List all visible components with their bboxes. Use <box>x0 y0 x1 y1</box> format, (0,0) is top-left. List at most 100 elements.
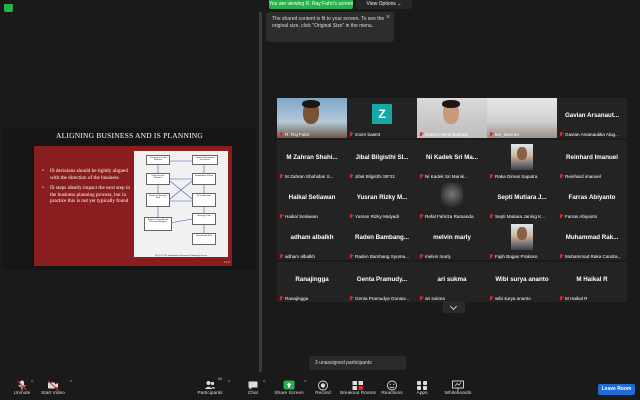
participant-display-name: Septi Mutiara J... <box>497 194 547 201</box>
next-page-chevron-down-icon[interactable] <box>443 301 465 313</box>
whiteboards-button[interactable]: Whiteboards <box>436 378 480 400</box>
mic-muted-icon <box>489 254 493 259</box>
diagram-box: Assessment of the Business <box>146 155 170 165</box>
view-options-button[interactable]: View Options ⌄ <box>356 0 412 9</box>
participant-tile[interactable]: Jibal Bilgisthi Sl... Jibal Bilgisthi SIF… <box>347 140 417 180</box>
participant-display-name: adham albalkh <box>290 234 334 241</box>
participant-tile[interactable]: Raka Dimas Saputra <box>487 140 557 180</box>
participant-display-name: Reinhard Imanuel <box>566 154 618 161</box>
start-video-button[interactable]: Start Video <box>31 378 75 400</box>
participant-display-name: Ranajingga <box>295 276 329 283</box>
mic-muted-icon <box>489 174 493 179</box>
participant-name-label: Haikal Setiawan <box>279 214 345 219</box>
mic-muted-icon <box>279 296 283 301</box>
split-divider-handle[interactable] <box>259 12 262 372</box>
presentation-slide: ALIGNING BUSINESS AND IS PLANNING IS dec… <box>3 128 256 270</box>
diagram-box: IS Architecture <box>192 193 216 207</box>
participant-tile[interactable]: lee_kamran <box>487 98 557 138</box>
participant-name-text: melvin marly <box>425 254 451 259</box>
participant-display-name: M Zahran Shahi... <box>286 154 338 161</box>
participant-tile[interactable]: Farras Abiyanto Farras Abiyanto <box>557 180 627 220</box>
profile-photo <box>441 183 463 211</box>
participant-tile[interactable]: Daniel Helmi Baihaqi <box>417 98 487 138</box>
participant-name-label: Farras Abiyanto <box>559 214 625 219</box>
profile-photo <box>511 144 533 170</box>
mic-muted-icon <box>419 296 423 301</box>
participant-tile[interactable]: Reinhard Imanuel Reinhard imanuel <box>557 140 627 180</box>
participant-tile[interactable]: Wibi surya ananto wibi surya ananto <box>487 262 557 302</box>
person-head <box>517 227 527 240</box>
participants-label: Participants <box>197 391 223 396</box>
record-icon <box>317 378 329 391</box>
participant-tile[interactable]: M Haikal R M Haikal R <box>557 262 627 302</box>
participant-name-text: ari sukma <box>425 296 445 301</box>
unassigned-participants-bar[interactable]: 3 unassigned participants <box>309 356 406 370</box>
participant-tile[interactable]: Yusran Rizky M... Yusran Rizky Mulyadi <box>347 180 417 220</box>
participant-tile[interactable]: Raden Bambang... Raden Bambang Syuma... <box>347 220 417 260</box>
participant-name-text: adham albalkh <box>285 254 315 259</box>
mic-muted-icon <box>559 174 563 179</box>
leave-room-button[interactable]: Leave Room <box>598 384 635 395</box>
mic-muted-icon <box>489 214 493 219</box>
participant-tile[interactable]: Ranajingga Ranajingga <box>277 262 347 302</box>
slide-body: IS decisions should be tightly aligned w… <box>34 146 232 266</box>
person-head <box>517 147 527 160</box>
mic-muted-icon <box>559 296 563 301</box>
participant-name-text: Farras Abiyanto <box>565 214 598 219</box>
mic-muted-icon <box>349 174 353 179</box>
participant-tile[interactable]: melvin marly melvin marly <box>417 220 487 260</box>
participant-tile[interactable]: M Zahran Shahi... M Zahran Shahidan S... <box>277 140 347 180</box>
video-options-caret-icon[interactable]: ^ <box>70 380 72 386</box>
participants-icon: 26 <box>204 377 222 389</box>
participant-display-name: Yusran Rizky M... <box>356 194 408 201</box>
chat-icon <box>247 378 259 390</box>
participant-tile[interactable]: Genta Pramudy... Genta Pramudya Gunaw... <box>347 262 417 302</box>
participant-name-text: Haikal Setiawan <box>285 214 318 219</box>
participants-caret-icon[interactable]: ^ <box>228 380 230 386</box>
participant-name-label: Septi Mutiara Janing K... <box>489 214 555 219</box>
participant-tile[interactable]: Zzoom baa04 <box>347 98 417 138</box>
fit-screen-tooltip: The shared content is fit to your screen… <box>266 12 394 42</box>
participant-name-text: Yusran Rizky Mulyadi <box>355 214 399 219</box>
mic-muted-icon <box>489 296 493 301</box>
video-off-icon <box>47 378 59 391</box>
chat-caret-icon[interactable]: ^ <box>263 380 265 386</box>
profile-photo <box>511 224 533 250</box>
participant-tile[interactable]: Haikal Setiawan Haikal Setiawan <box>277 180 347 220</box>
participant-name-text: zoom baa04 <box>355 132 381 137</box>
close-icon[interactable]: × <box>386 14 390 21</box>
participant-tile[interactable]: Septi Mutiara J... Septi Mutiara Janing K… <box>487 180 557 220</box>
participant-display-name: Muhammad Rak... <box>565 234 619 241</box>
participant-tile[interactable]: R. Raj Fahri <box>277 98 347 138</box>
mic-muted-icon <box>419 214 423 219</box>
participant-name-label: Refal Fahriza Ramanda <box>419 214 485 219</box>
participant-tile[interactable]: Muhammad Rak... Muhammad Raka Candra... <box>557 220 627 260</box>
participant-tile[interactable]: Ni Kadek Sri Ma... Ni Kadek Sri Manik... <box>417 140 487 180</box>
participant-name-text: Jibal Bilgisthi SIF21 <box>355 174 396 179</box>
participant-tile[interactable]: Gavian Arsanaut... Gavian Arsanautika Alu… <box>557 98 627 138</box>
participant-name-label: Genta Pramudya Gunaw... <box>349 296 415 301</box>
participant-name-label: zoom baa04 <box>349 132 415 137</box>
mic-muted-icon <box>559 214 563 219</box>
participants-button[interactable]: 26 Participants <box>188 377 232 400</box>
participant-tile[interactable]: Fajih Bagas Prakoso <box>487 220 557 260</box>
mic-muted-icon <box>349 296 353 301</box>
participant-name-label: Daniel Helmi Baihaqi <box>419 132 485 137</box>
person-hair <box>442 100 460 108</box>
participant-name-label: Raden Bambang Syuma... <box>349 254 415 259</box>
diagram-box: Strategic Plan <box>192 213 216 225</box>
participant-tile[interactable]: ari sukma ari sukma <box>417 262 487 302</box>
participant-display-name: ari sukma <box>437 276 467 283</box>
mic-muted-icon <box>559 254 563 259</box>
participant-name-text: Genta Pramudya Gunaw... <box>355 296 410 301</box>
participant-name-label: adham albalkh <box>279 254 345 259</box>
apps-icon <box>416 378 428 390</box>
participant-name-label: wibi surya ananto <box>489 296 555 301</box>
participant-name-label: Yusran Rizky Mulyadi <box>349 214 415 219</box>
participant-tile[interactable]: adham albalkh adham albalkh <box>277 220 347 260</box>
participant-name-text: Ranajingga <box>285 296 309 301</box>
participant-tile[interactable]: Refal Fahriza Ramanda <box>417 180 487 220</box>
participant-name-label: Jibal Bilgisthi SIF21 <box>349 174 415 179</box>
participant-name-text: lee_kamran <box>495 132 520 137</box>
participant-name-text: Ni Kadek Sri Manik... <box>425 174 468 179</box>
